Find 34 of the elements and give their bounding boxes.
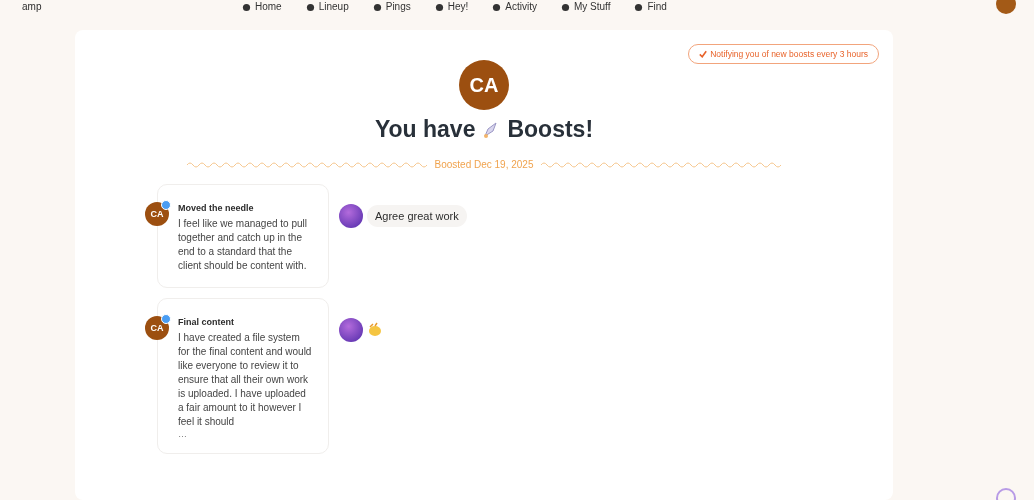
status-dot (161, 314, 171, 324)
circle-icon (634, 2, 644, 12)
circle-icon (434, 2, 444, 12)
app-name[interactable]: amp (22, 2, 42, 12)
avatar: CA (145, 316, 169, 340)
circle-icon (242, 2, 251, 12)
heading-text: Boosts! (507, 116, 594, 143)
circle-icon (305, 2, 315, 12)
post-title: Moved the needle (178, 203, 255, 213)
post-text: I have created a file system for the final content and would like everyone to review it to ensure that all their own work is uploaded. I have uploaded a fair amount to it however I feel it should (178, 331, 312, 429)
nav-link[interactable]: My Stuff (560, 2, 611, 12)
nav-link[interactable]: Hey! (434, 2, 469, 12)
circle-icon (492, 2, 502, 12)
user-avatar (339, 318, 363, 342)
user-avatar (339, 204, 363, 228)
nav-link[interactable]: Activity (492, 2, 537, 12)
post-title: Final content (178, 317, 235, 327)
heading-text: You have (374, 116, 476, 143)
circle-icon (372, 2, 382, 12)
nav-link[interactable]: Pings (372, 2, 411, 12)
post-text: I feel like we managed to pull together and catch up in the end to a standard that the client should be content with. (178, 217, 308, 273)
user-avatar[interactable] (996, 0, 1016, 14)
nav-link[interactable]: Lineup (305, 2, 349, 12)
date-label: Boosted Dec 19, 2025 (434, 159, 534, 170)
circle-icon (560, 2, 570, 12)
status-dot (161, 200, 171, 210)
avatar: CA (145, 202, 169, 226)
hand-icon (367, 322, 383, 338)
boost-text: Agree great work (367, 205, 467, 227)
ellipsis: … (178, 429, 188, 439)
nav-link[interactable]: Find (634, 2, 667, 12)
nav-link[interactable]: Home (242, 2, 282, 12)
avatar: CA (459, 60, 509, 110)
checkmark-icon (699, 50, 708, 58)
